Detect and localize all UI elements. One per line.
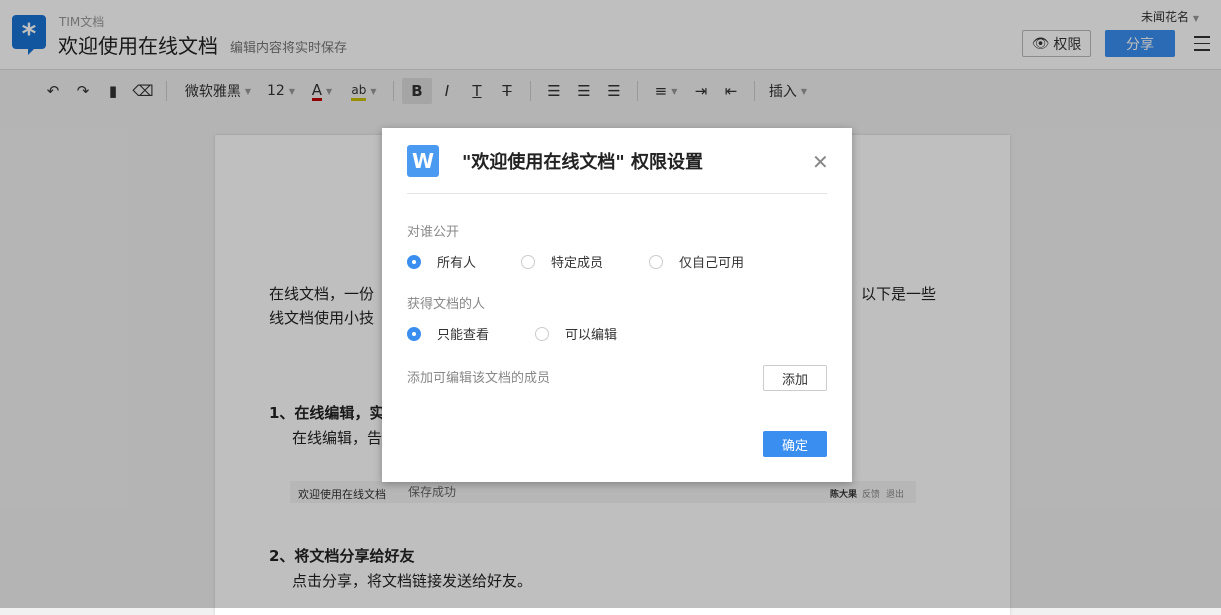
add-button[interactable]: 添加 bbox=[763, 365, 827, 391]
radio-label: 所有人 bbox=[437, 256, 477, 271]
close-icon[interactable]: ✕ bbox=[812, 150, 829, 174]
dialog-title: "欢迎使用在线文档" 权限设置 bbox=[462, 152, 704, 173]
radio-only-me[interactable]: 仅自己可用 bbox=[649, 252, 744, 271]
divider bbox=[407, 193, 827, 194]
doc-logo-icon: W bbox=[407, 145, 439, 177]
permission-dialog: W "欢迎使用在线文档" 权限设置 ✕ 对谁公开 所有人 特定成员 仅自己可用 … bbox=[382, 128, 852, 482]
radio-label: 仅自己可用 bbox=[679, 256, 745, 271]
radio-view-only[interactable]: 只能查看 bbox=[407, 324, 489, 343]
radio-label: 特定成员 bbox=[551, 256, 604, 271]
add-editors-label: 添加可编辑该文档的成员 bbox=[407, 371, 551, 386]
access-label: 获得文档的人 bbox=[407, 297, 486, 312]
radio-label: 可以编辑 bbox=[565, 328, 618, 343]
radio-can-edit[interactable]: 可以编辑 bbox=[535, 324, 617, 343]
radio-specific-members[interactable]: 特定成员 bbox=[521, 252, 603, 271]
radio-everyone[interactable]: 所有人 bbox=[407, 252, 476, 271]
confirm-button[interactable]: 确定 bbox=[763, 431, 827, 457]
visibility-label: 对谁公开 bbox=[407, 225, 460, 240]
radio-label: 只能查看 bbox=[437, 328, 490, 343]
